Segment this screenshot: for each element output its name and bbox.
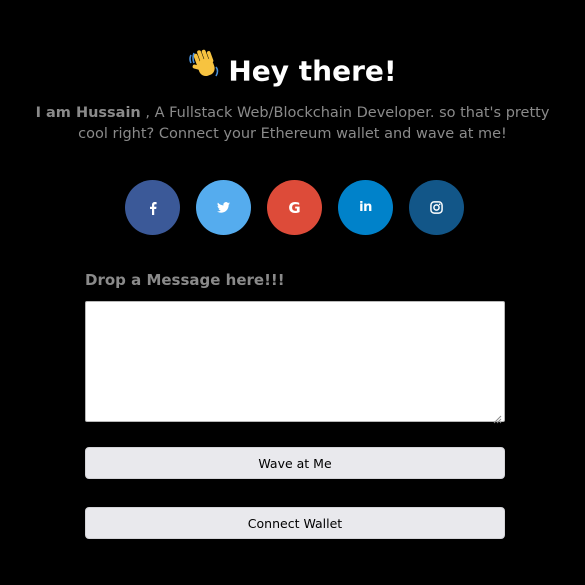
- page-header: Hey there!: [0, 47, 585, 95]
- waving-hand-icon: [188, 47, 222, 92]
- facebook-icon: [147, 201, 159, 215]
- author-name: I am Hussain: [35, 105, 141, 121]
- resize-grip-icon[interactable]: [492, 409, 502, 424]
- twitter-button[interactable]: [196, 180, 251, 235]
- message-label: Drop a Message here!!!: [85, 271, 285, 289]
- social-links: G in: [125, 180, 465, 236]
- page-title: Hey there!: [228, 54, 397, 88]
- wave-button[interactable]: Wave at Me: [85, 447, 505, 479]
- linkedin-button[interactable]: in: [338, 180, 393, 235]
- twitter-icon: [217, 202, 230, 213]
- linkedin-icon: in: [359, 200, 372, 215]
- facebook-button[interactable]: [125, 180, 180, 235]
- connect-wallet-button[interactable]: Connect Wallet: [85, 507, 505, 539]
- message-textarea[interactable]: [85, 301, 505, 424]
- google-button[interactable]: G: [267, 180, 322, 235]
- instagram-icon: [430, 201, 443, 214]
- bio-description: , A Fullstack Web/Blockchain Developer. …: [78, 105, 550, 142]
- bio-text: I am Hussain , A Fullstack Web/Blockchai…: [20, 103, 565, 145]
- instagram-button[interactable]: [409, 180, 464, 235]
- google-icon: G: [288, 198, 301, 217]
